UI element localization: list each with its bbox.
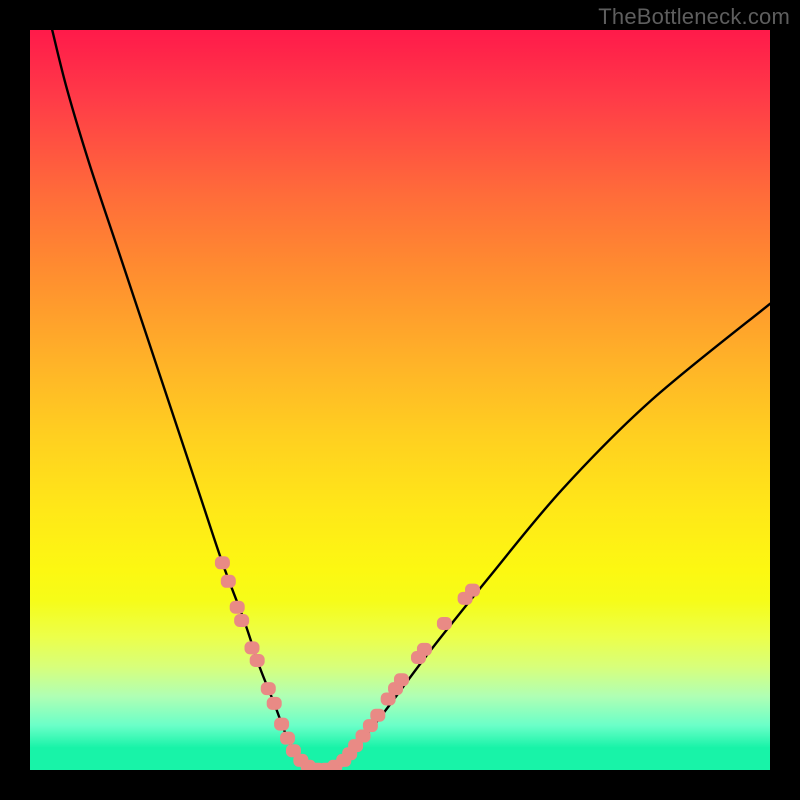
highlight-marker	[465, 584, 480, 597]
highlight-marker	[261, 682, 276, 695]
highlight-marker	[245, 641, 260, 654]
highlight-markers-group	[215, 556, 480, 770]
chart-frame: TheBottleneck.com	[0, 0, 800, 800]
highlight-marker	[234, 614, 249, 627]
highlight-marker	[250, 654, 265, 667]
highlight-marker	[215, 556, 230, 569]
plot-area	[30, 30, 770, 770]
chart-svg	[30, 30, 770, 770]
highlight-marker	[394, 673, 409, 686]
highlight-marker	[221, 575, 236, 588]
highlight-marker	[267, 697, 282, 710]
highlight-marker	[230, 601, 245, 614]
highlight-marker	[417, 643, 432, 656]
highlight-marker	[437, 617, 452, 630]
highlight-marker	[280, 732, 295, 745]
watermark-text: TheBottleneck.com	[598, 4, 790, 30]
highlight-marker	[274, 718, 289, 731]
highlight-marker	[370, 709, 385, 722]
